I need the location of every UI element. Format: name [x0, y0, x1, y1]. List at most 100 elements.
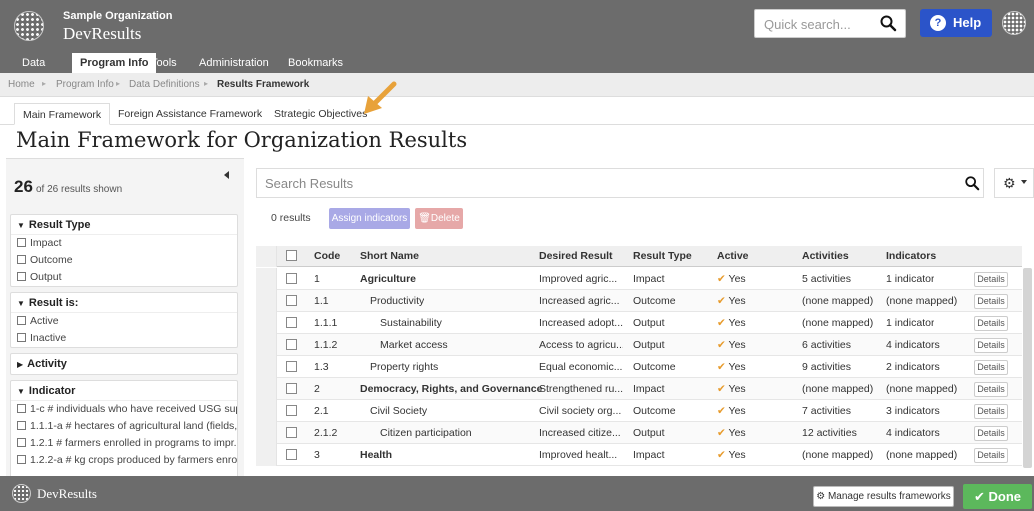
table-row[interactable]: 3 Health Improved healt... Impact ✔ Yes (none… — [256, 444, 1022, 466]
cell-code: 1.1.1 — [314, 317, 338, 329]
nav-item-tools[interactable]: Tools — [143, 53, 185, 73]
column-header-result-type[interactable]: Result Type — [633, 250, 692, 262]
filter-option-active[interactable]: Active — [11, 313, 237, 330]
checkbox[interactable] — [17, 238, 26, 247]
nav-item-administration[interactable]: Administration — [191, 53, 277, 73]
table-row[interactable]: 2 Democracy, Rights, and Governance Streng… — [256, 378, 1022, 400]
row-checkbox[interactable] — [286, 317, 297, 328]
column-header-active[interactable]: Active — [717, 250, 749, 262]
nav-item-bookmarks[interactable]: Bookmarks — [280, 53, 351, 73]
user-menu-icon[interactable] — [1002, 11, 1026, 35]
row-checkbox[interactable] — [286, 361, 297, 372]
column-header-short-name[interactable]: Short Name — [360, 250, 419, 262]
row-checkbox[interactable] — [286, 405, 297, 416]
filter-option-indicator[interactable]: 1.1.1-a # hectares of agricultural land … — [11, 418, 237, 435]
tab-main-framework[interactable]: Main Framework — [14, 103, 111, 125]
checkbox[interactable] — [17, 333, 26, 342]
cell-short-name: Productivity — [370, 295, 425, 307]
table-row[interactable]: 2.1 Civil Society Civil society org... Outc… — [256, 400, 1022, 422]
row-checkbox[interactable] — [286, 427, 297, 438]
breadcrumb-data-definitions[interactable]: Data Definitions — [129, 79, 200, 90]
caret-down-icon: ▼ — [17, 299, 25, 308]
cell-result-type: Output — [633, 339, 665, 351]
breadcrumb: Home ▸ Program Info ▸ Data Definitions ▸… — [0, 73, 1034, 97]
details-button[interactable]: Details — [974, 294, 1008, 309]
row-checkbox[interactable] — [286, 295, 297, 306]
checkbox[interactable] — [17, 316, 26, 325]
caret-right-icon: ▶ — [17, 360, 24, 369]
table-row[interactable]: 1.3 Property rights Equal economic... Outco… — [256, 356, 1022, 378]
table-row[interactable]: 1.1 Productivity Increased agric... Outcome… — [256, 290, 1022, 312]
breadcrumb-program-info[interactable]: Program Info — [56, 79, 114, 90]
gear-icon: ⚙ — [1003, 175, 1016, 191]
row-checkbox[interactable] — [286, 273, 297, 284]
column-header-desired-result[interactable]: Desired Result — [539, 250, 613, 262]
filter-option-inactive[interactable]: Inactive — [11, 330, 237, 347]
table-row[interactable]: 2.1.2 Citizen participation Increased citi… — [256, 422, 1022, 444]
filter-header[interactable]: ▶ Activity — [11, 354, 237, 374]
results-search-input[interactable]: Search Results — [256, 168, 984, 198]
done-button[interactable]: ✔ Done — [963, 484, 1032, 509]
cell-activities: 7 activities — [802, 405, 852, 417]
details-button[interactable]: Details — [974, 382, 1008, 397]
checkbox[interactable] — [17, 421, 26, 430]
checkbox[interactable] — [17, 272, 26, 281]
details-button[interactable]: Details — [974, 426, 1008, 441]
breadcrumb-separator-icon: ▸ — [204, 79, 209, 88]
details-button[interactable]: Details — [974, 338, 1008, 353]
select-all-checkbox[interactable] — [286, 250, 297, 261]
filter-option-indicator[interactable]: 1.2.1 # farmers enrolled in programs to … — [11, 435, 237, 452]
filter-option-outcome[interactable]: Outcome — [11, 252, 237, 269]
details-button[interactable]: Details — [974, 316, 1008, 331]
app-name[interactable]: DevResults — [63, 24, 141, 44]
table-row[interactable]: 1.1.2 Market access Access to agricu... Out… — [256, 334, 1022, 356]
column-header-activities[interactable]: Activities — [802, 250, 849, 262]
filter-option-indicator[interactable]: 1.2.2-a # kg crops produced by farmers e… — [11, 452, 237, 469]
row-checkbox[interactable] — [286, 383, 297, 394]
column-header-indicators[interactable]: Indicators — [886, 250, 936, 262]
details-button[interactable]: Details — [974, 272, 1008, 287]
cell-code: 1 — [314, 273, 320, 285]
filter-option-impact[interactable]: Impact — [11, 235, 237, 252]
tab-foreign-assistance-framework[interactable]: Foreign Assistance Framework — [110, 103, 270, 125]
table-scrollbar[interactable] — [1023, 268, 1032, 468]
check-icon: ✔ — [717, 427, 726, 439]
filter-option-output[interactable]: Output — [11, 269, 237, 286]
checkbox[interactable] — [17, 455, 26, 464]
devresults-logo-icon[interactable] — [14, 11, 44, 41]
manage-results-frameworks-button[interactable]: ⚙ Manage results frameworks — [813, 486, 954, 507]
details-button[interactable]: Details — [974, 448, 1008, 463]
quick-search-input[interactable]: Quick search... — [754, 9, 906, 38]
checkbox[interactable] — [17, 404, 26, 413]
result-count: 26 of 26 results shown — [14, 177, 122, 197]
checkbox[interactable] — [17, 438, 26, 447]
filter-header[interactable]: ▼ Result Type — [11, 215, 237, 235]
tab-strategic-objectives[interactable]: Strategic Objectives — [266, 103, 375, 125]
collapse-sidebar-icon[interactable] — [224, 171, 229, 179]
filter-header[interactable]: ▼ Result is: — [11, 293, 237, 313]
cell-code: 2 — [314, 383, 320, 395]
assign-indicators-button[interactable]: Assign indicators — [329, 208, 410, 229]
settings-dropdown-button[interactable]: ⚙ — [994, 168, 1034, 198]
details-button[interactable]: Details — [974, 360, 1008, 375]
breadcrumb-home[interactable]: Home — [8, 79, 35, 90]
table-row[interactable]: 1.1.1 Sustainability Increased adopt... Out… — [256, 312, 1022, 334]
help-button[interactable]: ? Help — [920, 9, 992, 37]
delete-button[interactable]: 🗑Delete — [415, 208, 463, 229]
cell-desired-result: Increased agric... — [539, 295, 620, 307]
search-icon[interactable] — [964, 175, 980, 191]
cell-code: 2.1 — [314, 405, 329, 417]
checkbox[interactable] — [17, 255, 26, 264]
row-checkbox[interactable] — [286, 449, 297, 460]
cell-desired-result: Increased citize... — [539, 427, 621, 439]
table-row[interactable]: 1 Agriculture Improved agric... Impact ✔ Yes… — [256, 268, 1022, 290]
framework-tabs: Main Framework Foreign Assistance Framew… — [0, 103, 1034, 125]
row-checkbox[interactable] — [286, 339, 297, 350]
cell-code: 2.1.2 — [314, 427, 338, 439]
details-button[interactable]: Details — [974, 404, 1008, 419]
filter-header[interactable]: ▼ Indicator — [11, 381, 237, 401]
search-icon[interactable] — [879, 14, 897, 32]
nav-item-data[interactable]: Data — [14, 53, 53, 73]
column-header-code[interactable]: Code — [314, 250, 340, 262]
filter-option-indicator[interactable]: 1-c # individuals who have received USG … — [11, 401, 237, 418]
